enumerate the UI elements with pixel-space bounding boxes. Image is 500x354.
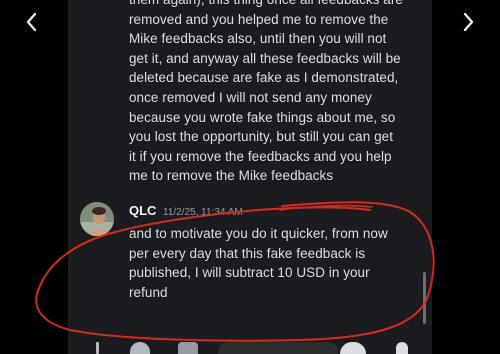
previous-message-text: them again), this thing once all feedbac… bbox=[129, 0, 429, 186]
message-line: get it, and anyway all these feedbacks w… bbox=[129, 50, 401, 66]
message-line: you lost the opportunity, but still you … bbox=[129, 129, 394, 145]
chat-panel: them again), this thing once all feedbac… bbox=[68, 0, 432, 354]
mic-icon[interactable] bbox=[396, 342, 408, 354]
plus-icon[interactable] bbox=[96, 342, 99, 354]
message-author[interactable]: QLC bbox=[129, 203, 156, 218]
gift-icon[interactable] bbox=[178, 342, 198, 354]
message-line: Mike feedbacks also, until then you will… bbox=[129, 31, 387, 47]
message-line: once removed I will not send any money bbox=[129, 89, 372, 105]
message-line: because you wrote fake things about me, … bbox=[129, 109, 396, 125]
message-line: per every day that this fake feedback is bbox=[129, 245, 366, 261]
qlc-message-text: and to motivate you do it quicker, from … bbox=[129, 224, 429, 302]
message-toolbar bbox=[68, 326, 432, 354]
message-timestamp: 11/2/25, 11:34 AM bbox=[163, 207, 243, 218]
chevron-left-icon bbox=[26, 12, 37, 32]
message-input[interactable] bbox=[218, 342, 338, 354]
message-line: me to remove the Mike feedbacks bbox=[129, 168, 334, 184]
avatar-image bbox=[80, 202, 114, 236]
message-line: deleted because are fake as I demonstrat… bbox=[129, 70, 399, 86]
scrollbar[interactable] bbox=[423, 272, 426, 324]
message-line: and to motivate you do it quicker, from … bbox=[129, 226, 388, 241]
chevron-right-icon bbox=[463, 12, 474, 32]
message-line: published, I will subtract 10 USD in you… bbox=[129, 265, 370, 281]
apps-icon[interactable] bbox=[130, 342, 150, 354]
previous-image-button[interactable] bbox=[20, 10, 44, 34]
message-line: it if you remove the feedbacks and you h… bbox=[129, 148, 392, 164]
message-line: refund bbox=[129, 284, 168, 300]
message-line: removed and you helped me to remove the bbox=[129, 11, 389, 27]
emoji-icon[interactable] bbox=[340, 342, 366, 354]
user-avatar[interactable] bbox=[80, 202, 114, 236]
next-image-button[interactable] bbox=[456, 10, 480, 34]
message-line: them again), this thing once all feedbac… bbox=[129, 0, 429, 10]
